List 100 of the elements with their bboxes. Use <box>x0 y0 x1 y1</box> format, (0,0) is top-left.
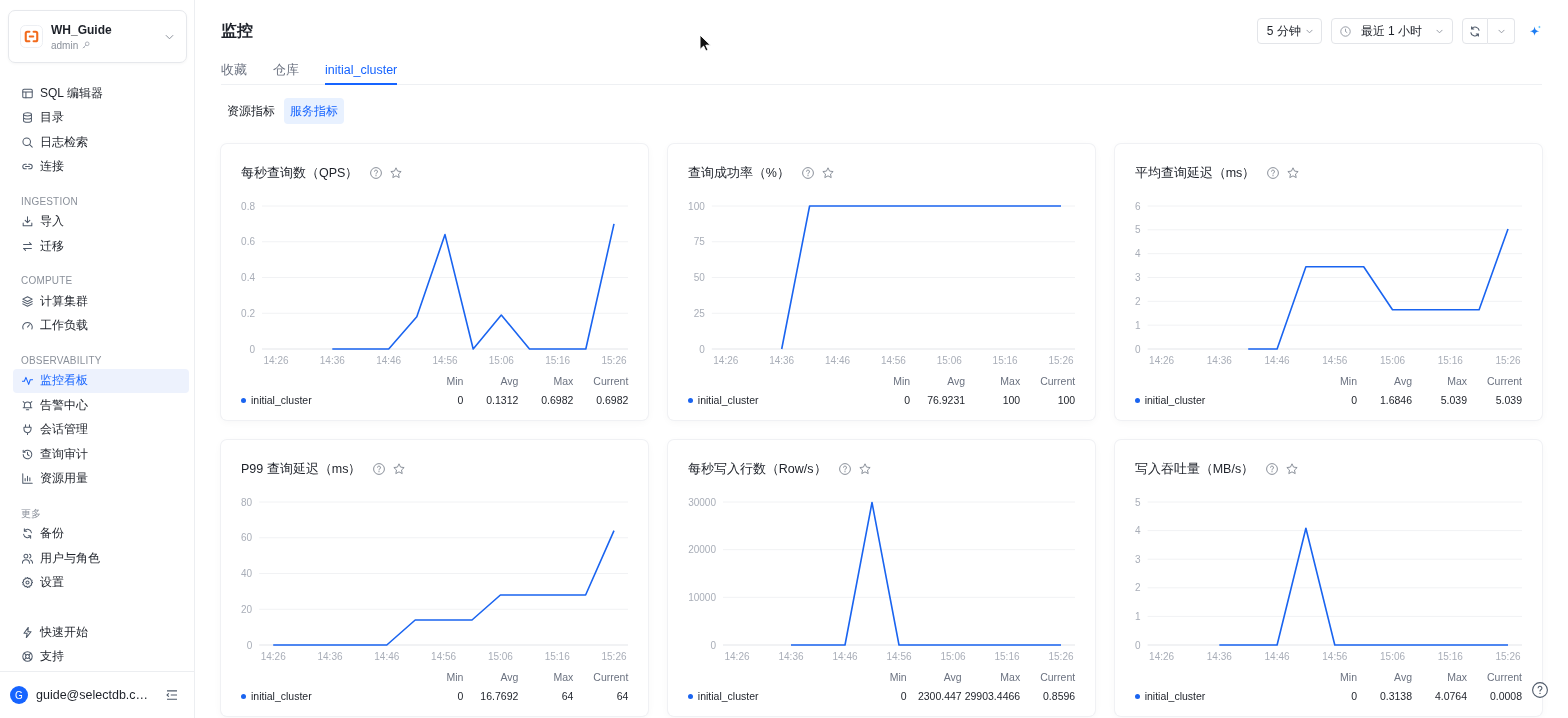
legend-column-header: Avg <box>946 374 966 389</box>
y-axis-label: 3 <box>1134 553 1141 565</box>
history-icon <box>22 448 33 460</box>
legend-value: 0 <box>1350 393 1357 408</box>
chevron-down-icon <box>165 33 174 40</box>
link-icon <box>22 161 33 173</box>
nav-item[interactable]: 快速开始 <box>13 620 189 645</box>
database-icon <box>22 112 33 124</box>
legend-column-header: Current <box>1486 670 1522 685</box>
y-axis-label: 3 <box>1134 272 1141 283</box>
legend-column-header: Min <box>1339 374 1357 389</box>
y-axis-label: 40 <box>241 568 253 579</box>
star-icon[interactable] <box>1287 167 1300 179</box>
nav-item[interactable]: 会话管理 <box>13 417 189 442</box>
settings-icon <box>22 577 33 589</box>
users-icon <box>22 552 33 564</box>
nav-section-heading: 更多 <box>20 506 43 521</box>
nav-item[interactable]: 用户与角色 <box>13 546 189 571</box>
help-icon[interactable] <box>1532 682 1548 698</box>
caret-icon <box>1436 28 1443 34</box>
legend-column-header: Min <box>445 670 464 685</box>
y-axis-label: 0 <box>249 343 255 355</box>
y-axis-label: 30000 <box>688 496 716 508</box>
workspace-role: admin <box>51 39 79 51</box>
nav-section-heading: INGESTION <box>20 194 79 209</box>
nav-item[interactable]: 工作负载 <box>13 313 189 338</box>
time-range-dropdown[interactable]: 最近 1 小时 <box>1330 18 1453 44</box>
key-icon <box>82 41 91 49</box>
legend-column-header: Max <box>999 670 1021 685</box>
nav-item[interactable]: 监控看板 <box>13 368 189 393</box>
legend-label: initial_cluster <box>251 393 312 408</box>
help-icon[interactable] <box>838 463 851 475</box>
x-axis-label: 14:46 <box>832 651 858 662</box>
workspace-switcher[interactable]: WH_Guide admin <box>8 10 187 63</box>
sparkle-icon[interactable] <box>1529 24 1542 38</box>
alarm-icon <box>22 399 33 411</box>
x-axis-label: 14:36 <box>769 355 794 366</box>
logo-icon <box>20 25 43 48</box>
star-icon[interactable] <box>390 167 403 179</box>
x-axis-label: 14:46 <box>1264 651 1290 662</box>
star-icon[interactable] <box>858 463 871 475</box>
lifebuoy-icon <box>22 651 33 663</box>
chart-title: 每秒写入行数（Row/s） <box>687 460 827 478</box>
nav-item[interactable]: 告警中心 <box>13 393 189 418</box>
legend-value: 29903.4466 <box>964 689 1021 704</box>
nav-item[interactable]: 目录 <box>13 105 189 130</box>
refresh-button[interactable] <box>1462 18 1488 44</box>
x-axis-label: 15:16 <box>544 651 570 662</box>
x-axis-label: 14:36 <box>319 355 345 366</box>
sidebar-collapse-icon[interactable] <box>166 690 178 700</box>
nav-item[interactable]: 导入 <box>13 209 189 234</box>
legend-column-header: Min <box>892 374 911 389</box>
x-axis-label: 14:26 <box>1148 651 1174 662</box>
download-icon <box>22 216 33 228</box>
legend-label: initial_cluster <box>1144 689 1206 704</box>
nav-item[interactable]: 计算集群 <box>13 289 189 314</box>
tab[interactable]: initial_cluster <box>325 57 398 85</box>
chart-title: 每秒查询数（QPS） <box>241 164 359 182</box>
x-axis-label: 14:56 <box>1321 651 1347 662</box>
y-axis-label: 20 <box>241 603 253 615</box>
y-axis-label: 20000 <box>688 544 716 556</box>
help-icon[interactable] <box>1266 463 1279 475</box>
avatar[interactable]: G <box>10 686 28 704</box>
star-icon[interactable] <box>821 167 834 179</box>
nav-item[interactable]: 设置 <box>13 570 189 595</box>
x-axis-label: 14:36 <box>1206 651 1232 662</box>
x-axis-label: 14:26 <box>713 355 739 366</box>
nav-item[interactable]: 查询审计 <box>13 442 189 467</box>
help-icon[interactable] <box>373 463 386 475</box>
x-axis-label: 15:06 <box>488 355 514 366</box>
clock-icon <box>1339 25 1351 37</box>
nav-item[interactable]: 连接 <box>13 154 189 179</box>
help-icon[interactable] <box>1267 167 1280 179</box>
nav-item[interactable]: 支持 <box>13 644 189 669</box>
help-icon[interactable] <box>370 167 383 179</box>
legend-column-header: Min <box>888 670 907 685</box>
y-axis-label: 10000 <box>688 591 716 603</box>
y-axis-label: 0.6 <box>241 236 255 248</box>
nav-item[interactable]: 资源用量 <box>13 466 189 491</box>
segment-tab[interactable]: 资源指标 <box>221 98 281 124</box>
legend-value: 76.9231 <box>926 393 966 408</box>
nav-item[interactable]: 日志检索 <box>13 130 189 155</box>
star-icon[interactable] <box>393 463 406 475</box>
y-axis-label: 0.2 <box>241 307 255 319</box>
legend-column-header: Min <box>445 374 464 389</box>
star-icon[interactable] <box>1286 463 1299 475</box>
nav-item[interactable]: 迁移 <box>13 234 189 259</box>
nav-item[interactable]: SQL 编辑器 <box>13 81 189 106</box>
help-icon[interactable] <box>801 167 814 179</box>
segment-tab[interactable]: 服务指标 <box>284 98 344 124</box>
tab[interactable]: 收藏 <box>221 57 247 85</box>
x-axis-label: 15:26 <box>601 355 627 366</box>
nav-item[interactable]: 备份 <box>13 521 189 546</box>
y-axis-label: 0 <box>710 639 716 651</box>
chart-title: 查询成功率（%） <box>687 164 790 182</box>
tab[interactable]: 仓库 <box>273 57 299 85</box>
y-axis-label: 0.4 <box>241 272 255 283</box>
x-axis-label: 15:26 <box>1048 355 1074 366</box>
y-axis-label: 0 <box>699 343 705 355</box>
interval-dropdown[interactable]: 5 分钟 <box>1256 18 1322 44</box>
